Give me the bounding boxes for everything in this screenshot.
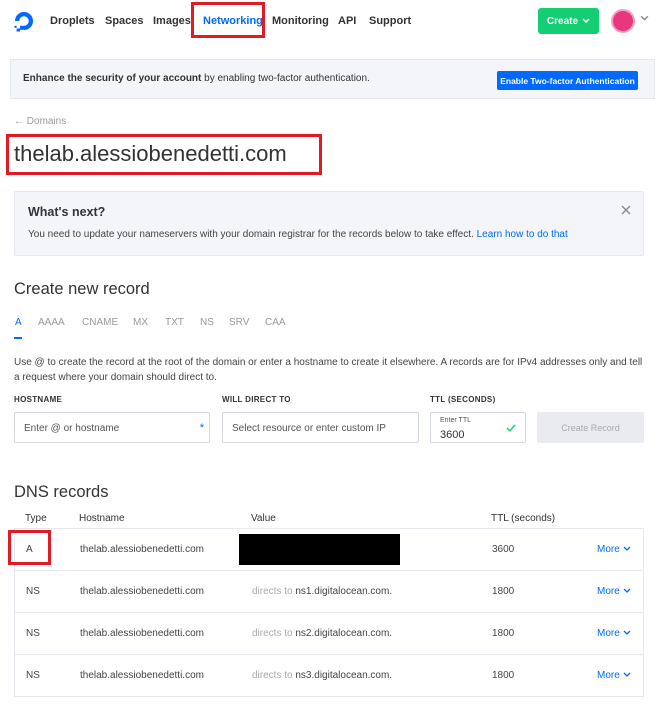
avatar-chevron-icon[interactable] bbox=[640, 14, 649, 23]
directs-to-label: directs to bbox=[252, 586, 296, 597]
highlight-title bbox=[6, 134, 322, 175]
header-value: Value bbox=[251, 513, 276, 524]
table-row: NS thelab.alessiobenedetti.com directs t… bbox=[14, 655, 644, 697]
record-value-text: ns3.digitalocean.com. bbox=[295, 670, 393, 681]
record-ttl: 1800 bbox=[492, 586, 515, 597]
record-value-text: ns2.digitalocean.com. bbox=[295, 628, 393, 639]
digitalocean-logo-icon[interactable] bbox=[12, 9, 36, 33]
table-row: A thelab.alessiobenedetti.com 3600 More bbox=[14, 529, 644, 571]
more-button[interactable]: More bbox=[597, 628, 631, 639]
two-factor-banner: Enhance the security of your account by … bbox=[10, 59, 655, 99]
whats-next-text: You need to update your nameservers with… bbox=[28, 229, 568, 240]
tab-ns[interactable]: NS bbox=[200, 317, 214, 328]
avatar[interactable] bbox=[611, 9, 635, 33]
record-ttl: 1800 bbox=[492, 670, 515, 681]
active-tab-indicator bbox=[14, 337, 22, 339]
record-hostname: thelab.alessiobenedetti.com bbox=[80, 544, 204, 555]
record-value-text: ns1.digitalocean.com. bbox=[295, 586, 393, 597]
breadcrumb-domains: Domains bbox=[26, 116, 67, 127]
tab-srv[interactable]: SRV bbox=[229, 317, 249, 328]
enable-2fa-button[interactable]: Enable Two-factor Authentication bbox=[497, 71, 638, 90]
banner-rest-text: by enabling two-factor authentication. bbox=[201, 73, 370, 84]
breadcrumb[interactable]: ← Domains bbox=[14, 116, 66, 127]
hostname-label: HOSTNAME bbox=[14, 395, 63, 404]
nav-images[interactable]: Images bbox=[153, 15, 191, 27]
table-row: NS thelab.alessiobenedetti.com directs t… bbox=[14, 613, 644, 655]
checkmark-icon bbox=[506, 424, 516, 433]
learn-how-link[interactable]: Learn how to do that bbox=[477, 229, 568, 240]
more-label: More bbox=[597, 628, 620, 639]
tab-txt[interactable]: TXT bbox=[165, 317, 184, 328]
table-header: Type Hostname Value TTL (seconds) bbox=[14, 507, 644, 529]
nav-monitoring[interactable]: Monitoring bbox=[272, 15, 329, 27]
more-label: More bbox=[597, 670, 620, 681]
ttl-small-label: Enter TTL bbox=[440, 417, 471, 424]
record-ttl: 3600 bbox=[492, 544, 515, 555]
directs-to-label: directs to bbox=[252, 670, 296, 681]
chevron-down-icon bbox=[623, 588, 631, 593]
redacted-value bbox=[239, 534, 400, 565]
record-hostname: thelab.alessiobenedetti.com bbox=[80, 628, 204, 639]
chevron-down-icon bbox=[623, 672, 631, 677]
more-button[interactable]: More bbox=[597, 670, 631, 681]
record-type: NS bbox=[26, 670, 40, 681]
header-ttl: TTL (seconds) bbox=[491, 513, 556, 524]
direct-to-label: WILL DIRECT TO bbox=[222, 395, 291, 404]
nav-droplets[interactable]: Droplets bbox=[50, 15, 95, 27]
chevron-down-icon bbox=[623, 546, 631, 551]
create-record-title: Create new record bbox=[14, 280, 150, 298]
more-label: More bbox=[597, 544, 620, 555]
close-icon[interactable] bbox=[621, 205, 631, 215]
record-type: NS bbox=[26, 628, 40, 639]
tab-mx[interactable]: MX bbox=[133, 317, 148, 328]
dns-records-title: DNS records bbox=[14, 483, 109, 501]
more-label: More bbox=[597, 586, 620, 597]
banner-bold-text: Enhance the security of your account bbox=[23, 73, 202, 84]
whats-next-box: What's next? You need to update your nam… bbox=[14, 191, 644, 256]
tab-cname[interactable]: CNAME bbox=[82, 317, 118, 328]
ttl-label: TTL (SECONDS) bbox=[430, 395, 496, 404]
ttl-value: 3600 bbox=[440, 429, 465, 441]
record-value: directs to ns2.digitalocean.com. bbox=[252, 628, 392, 639]
record-value: directs to ns3.digitalocean.com. bbox=[252, 670, 392, 681]
record-ttl: 1800 bbox=[492, 628, 515, 639]
record-help-text: Use @ to create the record at the root o… bbox=[14, 357, 643, 383]
back-arrow-icon: ← bbox=[14, 116, 24, 127]
nav-api[interactable]: API bbox=[338, 15, 356, 27]
nav-spaces[interactable]: Spaces bbox=[105, 15, 144, 27]
record-hostname: thelab.alessiobenedetti.com bbox=[80, 586, 204, 597]
banner-text: Enhance the security of your account by … bbox=[23, 73, 370, 84]
tab-a[interactable]: A bbox=[15, 317, 22, 328]
tab-aaaa[interactable]: AAAA bbox=[38, 317, 65, 328]
tab-caa[interactable]: CAA bbox=[265, 317, 286, 328]
create-button[interactable]: Create bbox=[538, 8, 599, 34]
nav-support[interactable]: Support bbox=[369, 15, 411, 27]
table-row: NS thelab.alessiobenedetti.com directs t… bbox=[14, 571, 644, 613]
chevron-down-icon bbox=[582, 18, 590, 23]
direct-to-input[interactable]: Select resource or enter custom IP bbox=[222, 412, 419, 443]
direct-to-placeholder: Select resource or enter custom IP bbox=[232, 423, 386, 434]
hostname-input[interactable]: Enter @ or hostname * bbox=[14, 412, 210, 443]
hostname-placeholder: Enter @ or hostname bbox=[24, 423, 120, 434]
directs-to-label: directs to bbox=[252, 628, 296, 639]
whats-next-message: You need to update your nameservers with… bbox=[28, 229, 477, 240]
highlight-a-record bbox=[8, 530, 51, 565]
highlight-networking bbox=[191, 2, 265, 38]
record-hostname: thelab.alessiobenedetti.com bbox=[80, 670, 204, 681]
top-nav: Droplets Spaces Images Networking Monito… bbox=[0, 0, 665, 44]
ttl-input[interactable]: Enter TTL 3600 bbox=[430, 412, 526, 443]
record-value: directs to ns1.digitalocean.com. bbox=[252, 586, 392, 597]
whats-next-title: What's next? bbox=[28, 205, 106, 219]
chevron-down-icon bbox=[623, 630, 631, 635]
more-button[interactable]: More bbox=[597, 544, 631, 555]
create-button-label: Create bbox=[546, 15, 579, 27]
required-icon: * bbox=[199, 422, 204, 434]
header-type: Type bbox=[25, 513, 47, 524]
record-type: NS bbox=[26, 586, 40, 597]
more-button[interactable]: More bbox=[597, 586, 631, 597]
create-record-button[interactable]: Create Record bbox=[537, 412, 644, 443]
header-hostname: Hostname bbox=[79, 513, 125, 524]
